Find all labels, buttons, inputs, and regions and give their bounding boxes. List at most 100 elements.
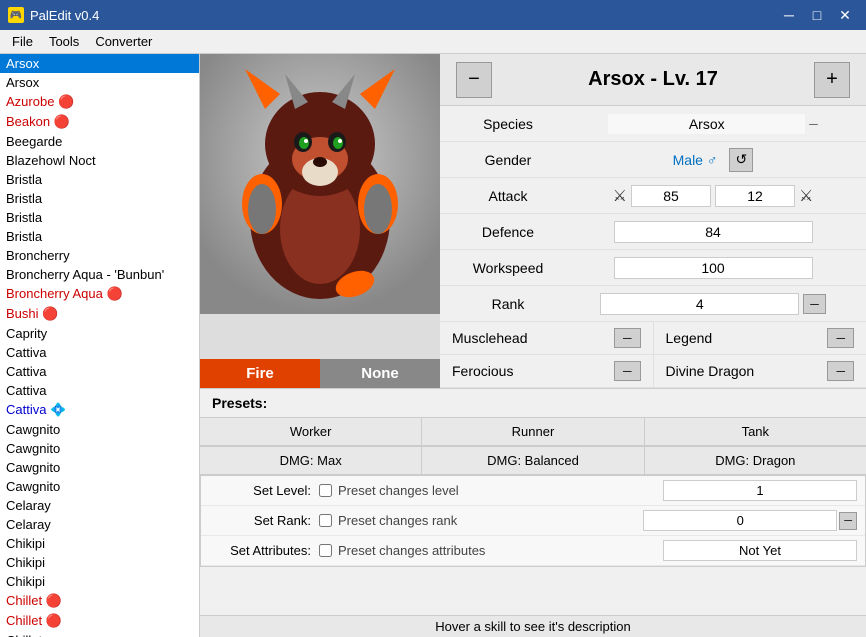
sidebar-item-cattiva-1[interactable]: Cattiva xyxy=(0,343,199,362)
sidebar-item-cattiva-3[interactable]: Cattiva xyxy=(0,381,199,400)
defence-input[interactable] xyxy=(614,221,813,243)
sidebar-item-cattiva-2[interactable]: Cattiva xyxy=(0,362,199,381)
rank-dropdown-button[interactable]: ─ xyxy=(803,294,826,314)
rank-row: Rank ─ xyxy=(440,286,866,322)
main-layout: Arsox Arsox Azurobe 🔴 Beakon 🔴 Beegarde … xyxy=(0,54,866,637)
title-bar-left: 🎮 PalEdit v0.4 xyxy=(8,7,99,23)
defence-value-area xyxy=(568,221,858,243)
content-area: Fire None − Arsox - Lv. 17 + Species xyxy=(200,54,866,637)
randomize-gender-button[interactable]: ↺ xyxy=(729,148,753,172)
workspeed-label: Workspeed xyxy=(448,260,568,276)
trait-cell-divine-dragon: Divine Dragon ─ xyxy=(654,355,866,387)
species-value-area: ─ xyxy=(568,114,858,134)
sidebar-item-broncherry-aqua-red[interactable]: Broncherry Aqua 🔴 xyxy=(0,284,199,304)
sidebar-item-beakon[interactable]: Beakon 🔴 xyxy=(0,112,199,132)
sidebar-item-bristla-3[interactable]: Bristla xyxy=(0,208,199,227)
set-rank-label: Set Rank: xyxy=(209,513,319,528)
traits-row-1: Musclehead ─ Legend ─ xyxy=(440,322,866,355)
set-level-desc: Preset changes level xyxy=(338,483,663,498)
set-level-value[interactable] xyxy=(663,480,857,501)
trait-ferocious-button[interactable]: ─ xyxy=(614,361,641,381)
trait-legend-button[interactable]: ─ xyxy=(827,328,854,348)
sidebar-item-broncherry-aqua-bunbun[interactable]: Broncherry Aqua - 'Bunbun' xyxy=(0,265,199,284)
attack-input[interactable] xyxy=(631,185,711,207)
preset-dmg-max-button[interactable]: DMG: Max xyxy=(200,447,422,475)
attack-label: Attack xyxy=(448,188,568,204)
menu-converter[interactable]: Converter xyxy=(87,32,160,51)
defence-row: Defence xyxy=(440,214,866,250)
sidebar-item-broncherry-1[interactable]: Broncherry xyxy=(0,246,199,265)
sidebar-item-celaray-1[interactable]: Celaray xyxy=(0,496,199,515)
sidebar-item-beegarde[interactable]: Beegarde xyxy=(0,132,199,151)
trait-ferocious-label: Ferocious xyxy=(452,363,513,379)
trait-legend-label: Legend xyxy=(666,330,713,346)
species-dropdown-arrow[interactable]: ─ xyxy=(809,117,818,131)
sidebar-item-azurobe[interactable]: Azurobe 🔴 xyxy=(0,92,199,112)
set-level-checkbox[interactable] xyxy=(319,484,332,497)
rank-input[interactable] xyxy=(600,293,799,315)
menu-tools[interactable]: Tools xyxy=(41,32,87,51)
sidebar-item-cawgnito-3[interactable]: Cawgnito xyxy=(0,458,199,477)
attack-value-area: ⚔ ⚔ xyxy=(568,185,858,207)
maximize-button[interactable]: □ xyxy=(804,4,830,26)
sidebar-item-bushi[interactable]: Bushi 🔴 xyxy=(0,304,199,324)
top-panel: Fire None − Arsox - Lv. 17 + Species xyxy=(200,54,866,389)
decrease-level-button[interactable]: − xyxy=(456,62,492,98)
set-rank-dropdown-button[interactable]: ─ xyxy=(839,512,857,530)
attack-iv-input[interactable] xyxy=(715,185,795,207)
set-rank-desc: Preset changes rank xyxy=(338,513,643,528)
attack-right-icon[interactable]: ⚔ xyxy=(799,186,813,206)
sidebar-item-chillet-red-1[interactable]: Chillet 🔴 xyxy=(0,591,199,611)
attack-left-icon[interactable]: ⚔ xyxy=(613,186,627,206)
gender-value-area: Male ♂ ↺ xyxy=(568,148,858,172)
preset-runner-button[interactable]: Runner xyxy=(422,418,644,446)
sidebar-item-cattiva-blue[interactable]: Cattiva 💠 xyxy=(0,400,199,420)
sidebar-item-chillet[interactable]: Chillet xyxy=(0,631,199,637)
sidebar-item-blazehowl[interactable]: Blazehowl Noct xyxy=(0,151,199,170)
sidebar-item-arsox-2[interactable]: Arsox xyxy=(0,73,199,92)
species-input[interactable] xyxy=(608,114,805,134)
menu-bar: File Tools Converter xyxy=(0,30,866,54)
rank-value-area: ─ xyxy=(568,293,858,315)
sidebar-item-caprity[interactable]: Caprity xyxy=(0,324,199,343)
preset-dmg-buttons: DMG: Max DMG: Balanced DMG: Dragon xyxy=(200,447,866,476)
set-rank-checkbox[interactable] xyxy=(319,514,332,527)
sidebar-item-bristla-1[interactable]: Bristla xyxy=(0,170,199,189)
preset-dmg-balanced-button[interactable]: DMG: Balanced xyxy=(422,447,644,475)
sidebar-item-bristla-4[interactable]: Bristla xyxy=(0,227,199,246)
preset-tank-button[interactable]: Tank xyxy=(645,418,866,446)
preset-worker-button[interactable]: Worker xyxy=(200,418,422,446)
app-icon: 🎮 xyxy=(8,7,24,23)
trait-divine-dragon-button[interactable]: ─ xyxy=(827,361,854,381)
preset-dmg-dragon-button[interactable]: DMG: Dragon xyxy=(645,447,866,475)
sidebar-item-cawgnito-2[interactable]: Cawgnito xyxy=(0,439,199,458)
title-bar: 🎮 PalEdit v0.4 ─ □ ✕ xyxy=(0,0,866,30)
increase-level-button[interactable]: + xyxy=(814,62,850,98)
trait-musclehead-button[interactable]: ─ xyxy=(614,328,641,348)
set-level-label: Set Level: xyxy=(209,483,319,498)
set-attributes-checkbox[interactable] xyxy=(319,544,332,557)
level-title: Arsox - Lv. 17 xyxy=(588,68,718,91)
workspeed-input[interactable] xyxy=(614,257,813,279)
sidebar-item-chikipi-2[interactable]: Chikipi xyxy=(0,553,199,572)
type-badges: Fire None xyxy=(200,359,440,388)
close-button[interactable]: ✕ xyxy=(832,4,858,26)
type-badge-none[interactable]: None xyxy=(320,359,440,388)
menu-file[interactable]: File xyxy=(4,32,41,51)
workspeed-row: Workspeed xyxy=(440,250,866,286)
minimize-button[interactable]: ─ xyxy=(776,4,802,26)
sidebar-item-chikipi-1[interactable]: Chikipi xyxy=(0,534,199,553)
set-attributes-value[interactable] xyxy=(663,540,857,561)
type-badge-fire[interactable]: Fire xyxy=(200,359,320,388)
sidebar-item-chikipi-3[interactable]: Chikipi xyxy=(0,572,199,591)
preset-main-buttons: Worker Runner Tank xyxy=(200,418,866,447)
status-bar: Hover a skill to see it's description xyxy=(200,615,866,637)
sidebar-item-cawgnito-4[interactable]: Cawgnito xyxy=(0,477,199,496)
sidebar-item-cawgnito-1[interactable]: Cawgnito xyxy=(0,420,199,439)
set-rank-value[interactable] xyxy=(643,510,837,531)
sidebar-item-celaray-2[interactable]: Celaray xyxy=(0,515,199,534)
sidebar-item-arsox-1[interactable]: Arsox xyxy=(0,54,199,73)
sidebar-item-bristla-2[interactable]: Bristla xyxy=(0,189,199,208)
stats-panel: − Arsox - Lv. 17 + Species ─ Gender xyxy=(440,54,866,388)
sidebar-item-chillet-red-2[interactable]: Chillet 🔴 xyxy=(0,611,199,631)
